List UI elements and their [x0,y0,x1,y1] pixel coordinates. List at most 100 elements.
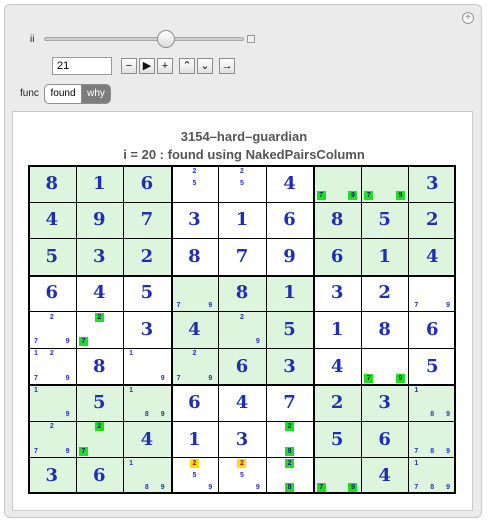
cell-value: 3 [140,318,154,340]
candidate-8: 8 [144,411,149,419]
sudoku-cell-r5c9: 6 [408,311,456,348]
ii-slider-thumb[interactable] [156,30,175,48]
sudoku-cell-r5c5: 29 [218,311,266,348]
cell-value: 1 [188,428,201,450]
sudoku-cell-r4c7: 3 [313,274,361,312]
cell-value: 8 [45,172,59,194]
candidate-7: 7 [78,446,88,456]
candidate-2: 2 [49,423,54,431]
decrement-button[interactable]: − [121,58,137,74]
sudoku-cell-r7c7: 2 [313,384,361,421]
candidate-2: 2 [189,459,199,469]
candidate-1: 1 [33,386,38,394]
sudoku-cell-r6c7: 4 [313,347,361,385]
grid-line-v [313,165,316,494]
candidate-7: 7 [364,190,374,200]
cell-value: 6 [140,172,154,194]
candidate-2: 2 [285,422,295,432]
candidate-9: 9 [65,447,70,455]
sudoku-cell-r1c5: 25 [218,165,266,202]
cell-value: 8 [330,209,344,231]
candidate-9: 9 [348,190,358,200]
candidate-9: 9 [255,338,260,346]
puzzle-title: 3154–hard–guardian [180,129,308,144]
cell-value: 3 [235,428,249,450]
cell-value: 5 [425,355,439,377]
sudoku-cell-r1c4: 25 [170,165,219,202]
slower-button[interactable]: ⌄ [197,58,213,74]
cell-value: 7 [283,392,296,414]
candidate-5: 5 [240,472,244,480]
grid-line-h [28,420,456,422]
func-option-why[interactable]: why [81,84,111,104]
sudoku-cell-r9c7: 79 [313,457,361,494]
ii-value-input[interactable]: 21 [52,57,112,75]
cell-value: 3 [378,392,391,414]
cell-value: 8 [188,245,201,267]
sudoku-cell-r8c5: 3 [218,420,266,458]
grid-line-h [28,201,456,203]
candidate-8: 8 [285,446,295,456]
sudoku-cell-r9c1: 3 [28,457,76,494]
faster-button[interactable]: ⌃ [179,58,195,74]
grid-line-h [28,492,456,494]
sudoku-cell-r6c8: 79 [360,347,409,385]
sudoku-cell-r9c8: 4 [360,457,409,494]
sudoku-cell-r4c8: 2 [360,274,409,312]
candidate-1: 1 [129,460,133,468]
cell-value: 3 [188,209,201,231]
sudoku-cell-r6c1: 1 2 7 9 [28,347,76,385]
sudoku-cell-r4c9: 79 [408,274,456,312]
sudoku-cell-r7c6: 7 [265,384,314,421]
func-option-found[interactable]: found [44,84,82,104]
grid-line-h [28,238,456,240]
sudoku-cell-r2c1: 4 [28,201,76,239]
candidate-7: 7 [414,301,419,309]
play-button[interactable]: ▶ [139,58,155,74]
sudoku-cell-r8c4: 1 [170,420,219,458]
candidate-1: 1 [414,386,419,394]
sudoku-cell-r8c8: 6 [360,420,409,458]
sudoku-cell-r5c2: 27 [75,311,124,348]
grid-line-h [28,311,456,313]
sudoku-cell-r3c3: 2 [123,238,171,275]
candidate-2: 2 [240,167,244,175]
sudoku-cell-r9c5: 259 [218,457,266,494]
candidate-9: 9 [446,301,451,309]
cell-value: 3 [283,355,296,377]
candidate-1: 1 [414,460,419,468]
cell-value: 4 [330,355,344,377]
cell-value: 2 [140,245,154,267]
direction-button[interactable]: → [219,58,235,74]
ii-slider-track[interactable] [44,37,244,41]
cell-value: 6 [235,355,249,377]
cell-value: 1 [93,172,106,194]
cell-value: 1 [235,209,249,231]
increment-button[interactable]: + [157,58,173,74]
candidate-2: 2 [192,167,197,175]
sudoku-cell-r5c8: 8 [360,311,409,348]
sudoku-cell-r7c5: 4 [218,384,266,421]
candidate-9: 9 [396,373,405,383]
sudoku-cell-r6c5: 6 [218,347,266,385]
sudoku-cell-r9c4: 259 [170,457,219,494]
cell-value: 3 [93,245,106,267]
slider-expand-toggle[interactable] [247,35,255,43]
sudoku-cell-r8c9: 7 8 9 [408,420,456,458]
sudoku-cell-r6c3: 19 [123,347,171,385]
candidate-8: 8 [430,447,435,455]
candidate-7: 7 [176,374,181,382]
step-subtitle: i = 20 : found using NakedPairsColumn [123,147,365,162]
sudoku-cell-r9c3: 189 [123,457,171,494]
sudoku-cell-r9c9: 1789 [408,457,456,494]
cell-value: 9 [93,209,106,231]
add-bookmark-icon[interactable]: + [462,12,474,24]
candidate-9: 9 [208,301,213,309]
cell-value: 7 [235,245,249,267]
candidate-9: 9 [446,411,451,419]
sudoku-cell-r1c8: 79 [360,165,409,202]
sudoku-cell-r3c2: 3 [75,238,124,275]
cell-value: 4 [283,172,296,194]
sudoku-cell-r7c2: 5 [75,384,124,421]
candidate-2: 2 [192,350,197,358]
